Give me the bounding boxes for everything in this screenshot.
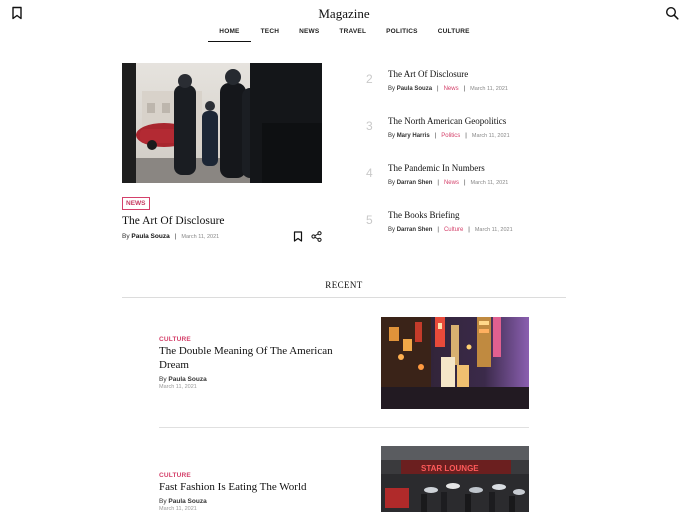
section-heading-recent: RECENT: [325, 280, 363, 290]
meta-separator: |: [437, 180, 439, 186]
nav-item-travel[interactable]: TRAVEL: [329, 28, 376, 42]
nav-item-home[interactable]: HOME: [208, 28, 251, 42]
article-title[interactable]: The Books Briefing: [388, 210, 460, 220]
recent-category[interactable]: CULTURE: [159, 336, 191, 343]
article-author[interactable]: Mary Harris: [397, 133, 430, 139]
article-by: By: [388, 180, 396, 186]
article-category[interactable]: News: [444, 86, 459, 92]
list-item[interactable]: 3 The North American Geopolitics By Mary…: [366, 116, 586, 156]
article-number: 4: [366, 166, 373, 180]
article-title[interactable]: The North American Geopolitics: [388, 116, 506, 126]
article-meta: By Paula Souza | News | March 11, 2021: [388, 86, 508, 92]
featured-meta: By Paula Souza | March 11, 2021: [122, 233, 219, 240]
recent-byline: By Paula Souza: [159, 376, 207, 383]
article-title[interactable]: The Art Of Disclosure: [388, 69, 468, 79]
list-item[interactable]: 5 The Books Briefing By Darran Shen | Cu…: [366, 210, 586, 250]
recent-category[interactable]: CULTURE: [159, 472, 191, 479]
search-icon[interactable]: [665, 6, 679, 20]
article-author[interactable]: Darran Shen: [397, 180, 433, 186]
recent-byline: By Paula Souza: [159, 498, 207, 505]
article-meta: By Darran Shen | Culture | March 11, 202…: [388, 227, 513, 233]
divider: [159, 427, 529, 428]
main-nav: HOME TECH NEWS TRAVEL POLITICS CULTURE: [0, 28, 688, 42]
brand-logo[interactable]: Magazine: [0, 6, 688, 22]
article-author[interactable]: Darran Shen: [397, 227, 433, 233]
article-by: By: [388, 86, 396, 92]
meta-separator: |: [468, 227, 470, 233]
article-date: March 11, 2021: [470, 86, 508, 92]
nav-item-news[interactable]: NEWS: [289, 28, 329, 42]
meta-separator: |: [437, 86, 439, 92]
article-date: March 11, 2021: [474, 227, 513, 233]
recent-date: March 11, 2021: [159, 506, 197, 512]
article-date: March 11, 2021: [471, 133, 510, 139]
meta-separator: |: [465, 133, 467, 139]
nav-item-tech[interactable]: TECH: [251, 28, 290, 42]
article-by: By: [388, 133, 396, 139]
featured-author[interactable]: Paula Souza: [131, 233, 169, 240]
star-lounge-sign: STAR LOUNGE: [421, 464, 479, 473]
meta-separator: |: [463, 180, 466, 186]
nav-item-culture[interactable]: CULTURE: [428, 28, 480, 42]
article-number: 5: [366, 213, 373, 227]
recent-title[interactable]: Fast Fashion Is Eating The World: [159, 481, 349, 495]
featured-tag[interactable]: NEWS: [122, 197, 150, 210]
recent-author[interactable]: Paula Souza: [168, 376, 206, 383]
meta-separator: |: [463, 86, 466, 92]
featured-date: March 11, 2021: [181, 233, 220, 240]
nav-item-politics[interactable]: POLITICS: [376, 28, 428, 42]
meta-separator: |: [437, 227, 439, 233]
article-category[interactable]: News: [444, 180, 459, 186]
bookmark-icon[interactable]: [293, 231, 303, 242]
article-by: By: [388, 227, 396, 233]
featured-title[interactable]: The Art Of Disclosure: [122, 215, 225, 227]
article-category[interactable]: Culture: [444, 227, 463, 233]
article-category[interactable]: Politics: [441, 133, 460, 139]
featured-by: By: [122, 233, 130, 240]
article-number: 2: [366, 72, 373, 86]
divider: [122, 297, 566, 298]
list-item[interactable]: 2 The Art Of Disclosure By Paula Souza |…: [366, 69, 586, 109]
recent-author[interactable]: Paula Souza: [168, 498, 206, 505]
recent-by: By: [159, 498, 167, 505]
list-item[interactable]: 4 The Pandemic In Numbers By Darran Shen…: [366, 163, 586, 203]
featured-image[interactable]: [122, 63, 322, 183]
meta-separator: |: [174, 233, 177, 240]
article-meta: By Darran Shen | News | March 11, 2021: [388, 180, 508, 186]
share-icon[interactable]: [311, 231, 322, 242]
article-number: 3: [366, 119, 373, 133]
article-date: March 11, 2021: [470, 180, 509, 186]
article-author[interactable]: Paula Souza: [397, 86, 432, 92]
recent-date: March 11, 2021: [159, 384, 197, 390]
article-meta: By Mary Harris | Politics | March 11, 20…: [388, 133, 510, 139]
recent-image[interactable]: STAR LOUNGE: [381, 446, 529, 512]
recent-image[interactable]: [381, 317, 529, 409]
article-title[interactable]: The Pandemic In Numbers: [388, 163, 485, 173]
recent-title[interactable]: The Double Meaning Of The American Dream: [159, 345, 349, 372]
recent-by: By: [159, 376, 167, 383]
meta-separator: |: [434, 133, 437, 139]
